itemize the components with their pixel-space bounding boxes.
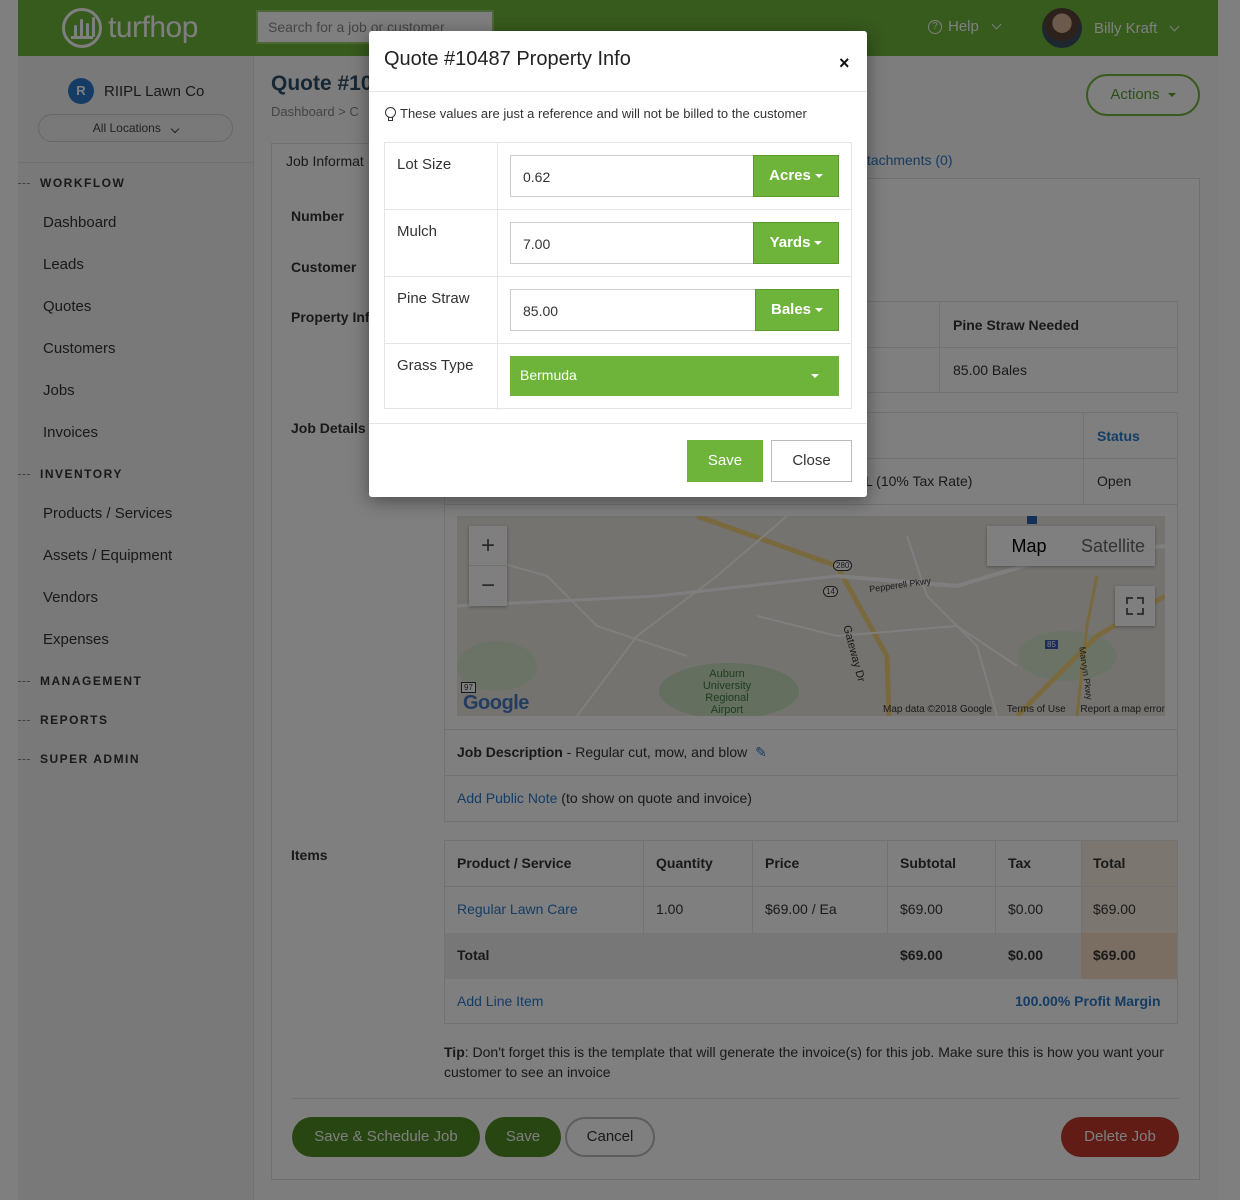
modal-note: These values are just a reference and wi… <box>384 106 807 121</box>
grass-type-select[interactable]: Bermuda <box>510 356 839 396</box>
modal-close-button[interactable]: Close <box>771 440 852 482</box>
modal-footer-divider <box>369 423 867 424</box>
property-info-modal: Quote #10487 Property Info × These value… <box>369 31 867 497</box>
modal-header-divider <box>369 91 867 92</box>
modal-title: Quote #10487 Property Info <box>384 48 631 70</box>
caret-down-icon <box>814 241 823 246</box>
mulch-input[interactable]: 7.00 <box>510 222 754 264</box>
lot-size-label: Lot Size <box>397 156 452 173</box>
close-icon[interactable]: × <box>839 53 850 74</box>
mulch-label: Mulch <box>397 223 438 240</box>
caret-down-icon <box>814 174 823 179</box>
grass-type-value: Bermuda <box>520 367 577 383</box>
mulch-unit-dropdown[interactable]: Yards <box>753 222 839 264</box>
mulch-row: Mulch 7.00 Yards <box>385 210 851 277</box>
pine-straw-unit-label: Bales <box>770 301 812 318</box>
lightbulb-icon <box>384 106 396 121</box>
grass-type-label: Grass Type <box>397 357 474 374</box>
lot-size-input[interactable]: 0.62 <box>510 155 754 197</box>
mulch-unit-label: Yards <box>769 234 811 251</box>
pine-straw-unit-dropdown[interactable]: Bales <box>755 289 839 331</box>
pine-straw-row: Pine Straw 85.00 Bales <box>385 277 851 344</box>
property-fields-table: Lot Size 0.62 Acres Mulch 7.00 Yards Pin… <box>384 142 852 410</box>
modal-save-button[interactable]: Save <box>687 440 763 482</box>
modal-note-text: These values are just a reference and wi… <box>400 106 807 121</box>
caret-down-icon <box>811 374 819 378</box>
pine-straw-input[interactable]: 85.00 <box>510 289 756 331</box>
pine-straw-label: Pine Straw <box>397 290 470 307</box>
lot-size-unit-dropdown[interactable]: Acres <box>753 155 839 197</box>
lot-size-row: Lot Size 0.62 Acres <box>385 143 851 210</box>
caret-down-icon <box>815 308 824 313</box>
lot-size-unit-label: Acres <box>769 167 811 184</box>
grass-type-row: Grass Type Bermuda <box>385 344 851 410</box>
